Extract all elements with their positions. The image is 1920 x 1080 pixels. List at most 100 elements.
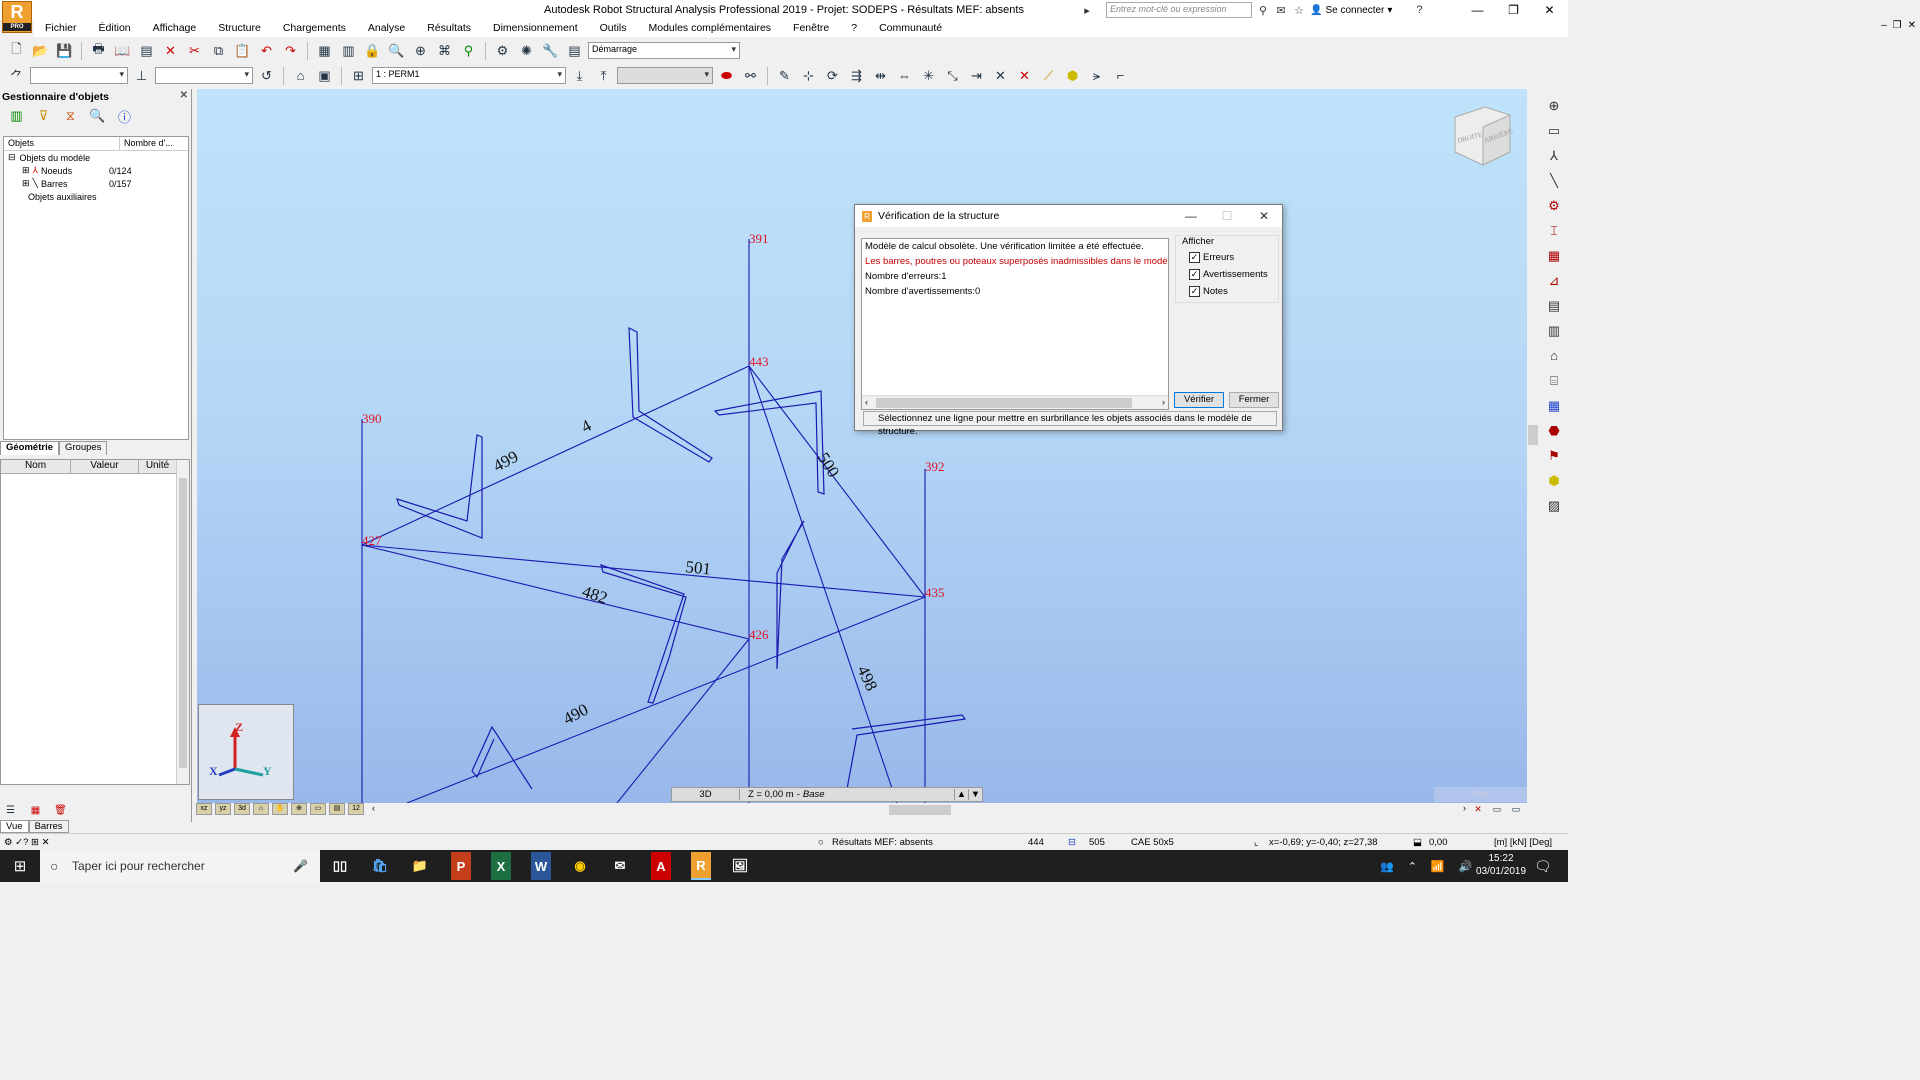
bar-line[interactable] [361, 544, 926, 598]
scroll-thumb[interactable] [1528, 425, 1538, 445]
wifi-icon[interactable]: 📶 [1431, 860, 1445, 873]
intersect-icon[interactable]: ✕ [990, 65, 1011, 86]
binoculars-icon[interactable]: ⚲ [1256, 3, 1270, 17]
expand-icon[interactable]: ⊞ [22, 165, 30, 176]
print-preview-icon[interactable]: 📖 [112, 40, 133, 61]
checkbox-erreurs[interactable]: ✓ Erreurs [1189, 252, 1234, 263]
messages-hscroll[interactable]: ‹ › [862, 395, 1168, 409]
library-icon[interactable]: ⬣ [1544, 421, 1564, 440]
corner-tool-2-icon[interactable]: ▭ [1489, 803, 1505, 815]
robot-taskbar-icon[interactable]: R [691, 852, 711, 880]
corner-icon[interactable]: ⟋ [1038, 65, 1059, 86]
scroll-left-icon[interactable]: ‹ [372, 803, 375, 813]
results-diagram-icon[interactable]: ✺ [516, 40, 537, 61]
structure-select-icon[interactable]: ⚲ [458, 40, 479, 61]
frame-3d-icon[interactable]: ⌸ [1544, 371, 1564, 390]
bar-label[interactable]: 4 [578, 416, 595, 437]
tab-geometrie[interactable]: Géométrie [0, 441, 59, 455]
filter-icon[interactable]: ⊽ [33, 106, 54, 127]
checkbox-box[interactable]: ✓ [1189, 252, 1200, 263]
i-section-icon[interactable]: ⌶ [1544, 221, 1564, 240]
new-file-icon[interactable]: 🗋 [6, 40, 27, 61]
brackets-tool-icon[interactable]: ⊿ [1544, 271, 1564, 290]
rotate-icon[interactable]: ⟳ [822, 65, 843, 86]
truss-icon[interactable]: ▥ [1544, 321, 1564, 340]
layout-icon[interactable]: ▤ [564, 40, 585, 61]
list-icon[interactable]: ☰ [0, 803, 21, 817]
calculator-icon[interactable]: ▦ [314, 40, 335, 61]
translate-icon[interactable]: ⇶ [846, 65, 867, 86]
viewport-vscroll[interactable] [1527, 89, 1539, 803]
frame-icon[interactable]: ▣ [314, 65, 335, 86]
menu-analyse[interactable]: Analyse [357, 20, 416, 37]
scroll-right-icon[interactable]: › [1162, 397, 1165, 407]
menu-modules[interactable]: Modules complémentaires [637, 20, 782, 37]
level-up-icon[interactable]: ▲ [954, 789, 968, 800]
collapse-icon[interactable]: ⊟ [8, 152, 16, 163]
tab-vue[interactable]: Vue [0, 820, 29, 833]
next-case-icon[interactable]: ⤓ [569, 65, 590, 86]
excel-icon[interactable]: X [491, 852, 511, 880]
structure-model[interactable]: 4499 500501482498490 39144339039242743542… [197, 89, 1527, 803]
tray-expand-icon[interactable]: ⌃ [1408, 860, 1417, 873]
redo-icon[interactable]: ↷ [280, 40, 301, 61]
message-line[interactable]: Modèle de calcul obsolète. Une vérificat… [862, 239, 1168, 254]
subscription-icon[interactable]: ✉ [1274, 3, 1288, 17]
lock-icon[interactable]: 🔒 [362, 40, 383, 61]
menu-communaute[interactable]: Communauté [868, 20, 953, 37]
clear-filter-icon[interactable]: ⧖ [60, 106, 81, 127]
autocad-icon[interactable]: A [651, 852, 671, 880]
menu-outils[interactable]: Outils [589, 20, 638, 37]
help-circle-icon[interactable]: ⓘ [114, 106, 135, 127]
view-mode-label[interactable]: 3D [672, 789, 740, 800]
menu-chargements[interactable]: Chargements [272, 20, 357, 37]
properties-scrollbar[interactable] [176, 460, 189, 784]
bar-line[interactable] [406, 596, 926, 803]
section-display-icon[interactable]: ⬬ [716, 65, 737, 86]
extend-icon[interactable]: ⇥ [966, 65, 987, 86]
app-logo[interactable]: R PRO [2, 1, 32, 33]
bar-line[interactable] [361, 365, 750, 546]
calculate-icon[interactable]: ⚙ [492, 40, 513, 61]
bar-label[interactable]: 490 [560, 700, 591, 729]
offset-icon[interactable]: ⪫ [1086, 65, 1107, 86]
layout-combo[interactable]: Démarrage [588, 42, 740, 59]
menu-resultats[interactable]: Résultats [416, 20, 482, 37]
tree-col-count[interactable]: Nombre d'... [120, 137, 177, 150]
node-label[interactable]: 390 [362, 411, 382, 426]
messages-list[interactable]: Modèle de calcul obsolète. Une vérificat… [861, 238, 1169, 410]
start-button[interactable]: ⊞ [0, 850, 40, 882]
col-valeur[interactable]: Valeur [71, 460, 139, 473]
node-select-icon[interactable]: ⺈ [6, 65, 27, 86]
node-label[interactable]: 391 [749, 231, 769, 246]
cut-icon[interactable]: ✂ [184, 40, 205, 61]
section-tool-icon[interactable]: ▭ [1544, 121, 1564, 140]
menu-affichage[interactable]: Affichage [142, 20, 208, 37]
view-xz-button[interactable]: xz [196, 803, 212, 815]
tree-item-bars[interactable]: ⊞ ╲ Barres 0/157 [4, 177, 188, 190]
scroll-left-icon[interactable]: ‹ [865, 397, 868, 407]
checkbox-box[interactable]: ✓ [1189, 269, 1200, 280]
store-icon[interactable]: 🛍 [361, 852, 399, 880]
flag-icon[interactable]: ⚑ [1544, 446, 1564, 465]
dialog-title-bar[interactable]: R Vérification de la structure — ☐ ✕ [855, 205, 1282, 227]
tree-col-objects[interactable]: Objets [4, 137, 120, 150]
preferences-icon[interactable]: 🔧 [540, 40, 561, 61]
menu-fenetre[interactable]: Fenêtre [782, 20, 840, 37]
powerpoint-icon[interactable]: P [451, 852, 471, 880]
status-icons[interactable]: ⚙ ✓? ⊞ ✕ [4, 837, 50, 848]
tab-groupes[interactable]: Groupes [59, 441, 108, 455]
mode-combo[interactable] [617, 67, 713, 84]
mail-icon[interactable]: ✉ [601, 852, 639, 880]
close-button[interactable]: Fermer [1229, 392, 1279, 408]
bar-line[interactable] [616, 638, 750, 803]
zoom-window-icon[interactable]: 🔍 [386, 40, 407, 61]
dialog-close-icon[interactable]: ✕ [1246, 205, 1282, 227]
symbol-display-icon[interactable]: ⚯ [740, 65, 761, 86]
view-pan-button[interactable]: ✋ [272, 803, 288, 815]
node-label[interactable]: 426 [749, 627, 769, 642]
tree-item-nodes[interactable]: ⊞ ⅄ Noeuds 0/124 [4, 164, 188, 177]
units[interactable]: [m] [kN] [Deg] [1494, 837, 1552, 848]
menu-structure[interactable]: Structure [207, 20, 272, 37]
word-icon[interactable]: W [531, 852, 551, 880]
